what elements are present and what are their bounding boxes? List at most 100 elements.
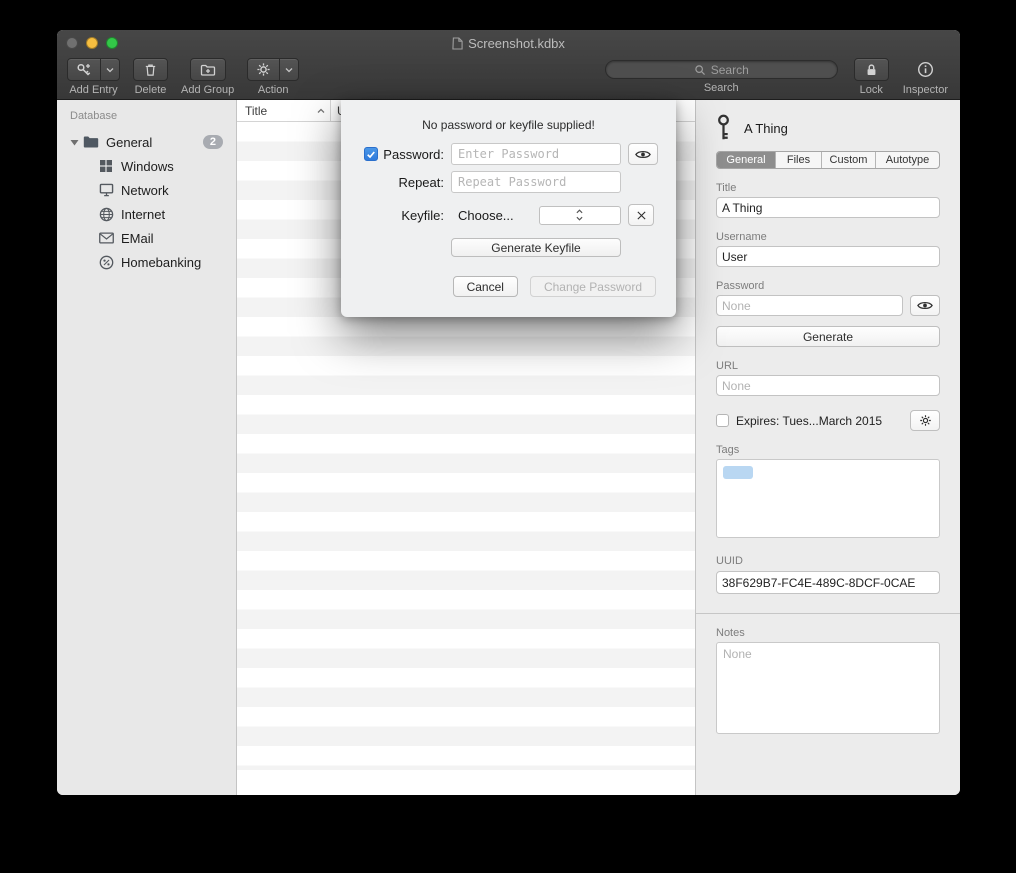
action-button[interactable] (247, 58, 299, 81)
sidebar-item-network[interactable]: Network (57, 178, 236, 202)
tab-autotype[interactable]: Autotype (875, 152, 939, 168)
close-x-icon (636, 210, 647, 221)
disclosure-triangle-icon[interactable] (67, 139, 82, 146)
search-input[interactable]: Search (605, 60, 838, 79)
sidebar-item-email[interactable]: EMail (57, 226, 236, 250)
sidebar: Database General 2 Windows (57, 100, 237, 795)
tab-general[interactable]: General (717, 152, 775, 168)
entry-header: A Thing (716, 110, 940, 146)
zoom-button[interactable] (106, 37, 118, 49)
notes-label: Notes (716, 627, 940, 639)
title-field[interactable] (716, 197, 940, 218)
reveal-password-button[interactable] (910, 295, 940, 316)
sidebar-item-windows[interactable]: Windows (57, 154, 236, 178)
password-checkbox[interactable] (364, 147, 378, 161)
search-icon (694, 64, 706, 76)
sidebar-section-header: Database (57, 108, 236, 130)
eye-icon (635, 149, 651, 160)
delete-button[interactable] (133, 58, 168, 81)
search-placeholder: Search (711, 63, 749, 77)
add-entry-label: Add Entry (69, 84, 117, 96)
sidebar-item-internet[interactable]: Internet (57, 202, 236, 226)
key-plus-icon (68, 59, 101, 80)
folder-plus-icon (200, 62, 216, 78)
add-entry-group: Add Entry (67, 58, 120, 96)
action-group: Action (247, 58, 299, 96)
info-icon (917, 61, 934, 78)
sidebar-item-label: Internet (121, 207, 165, 222)
generate-keyfile-button[interactable]: Generate Keyfile (451, 238, 621, 257)
inspector-tabs: General Files Custom Autotype (716, 151, 940, 169)
group-count-badge: 2 (203, 135, 223, 149)
repeat-password-input[interactable] (451, 171, 621, 193)
tab-label: Files (787, 154, 810, 166)
gear-icon (919, 414, 932, 427)
windows-icon (97, 158, 115, 175)
url-field-label: URL (716, 360, 940, 372)
sidebar-item-label: EMail (121, 231, 154, 246)
password-input[interactable] (451, 143, 621, 165)
search-label: Search (704, 82, 739, 94)
keyfile-label: Keyfile: (401, 208, 444, 223)
gear-icon (248, 59, 280, 80)
search-group: Search Search (605, 58, 838, 94)
titlebar[interactable]: Screenshot.kdbx (57, 30, 960, 56)
url-field[interactable] (716, 375, 940, 396)
eye-icon (917, 300, 933, 311)
username-field[interactable] (716, 246, 940, 267)
tab-label: Custom (830, 154, 868, 166)
uuid-field[interactable] (716, 571, 940, 594)
keyfile-row: Keyfile: Choose... (341, 204, 676, 226)
generate-label: Generate (803, 330, 853, 344)
add-entry-button[interactable] (67, 58, 120, 81)
generate-keyfile-label: Generate Keyfile (491, 241, 580, 255)
cancel-button[interactable]: Cancel (453, 276, 518, 297)
change-password-button[interactable]: Change Password (530, 276, 656, 297)
trash-icon (143, 62, 158, 78)
keyfile-popup[interactable]: Choose... (451, 204, 621, 226)
password-dialog: No password or keyfile supplied! Passwor… (341, 100, 676, 317)
folder-icon (82, 134, 100, 151)
chevron-down-icon[interactable] (280, 59, 298, 80)
dialog-message: No password or keyfile supplied! (341, 118, 676, 132)
lock-button[interactable] (854, 58, 889, 81)
add-group-button[interactable] (190, 58, 226, 81)
add-group-group: Add Group (181, 58, 234, 96)
tab-files[interactable]: Files (775, 152, 821, 168)
sidebar-item-homebanking[interactable]: Homebanking (57, 250, 236, 274)
traffic-lights (66, 37, 118, 49)
tags-label: Tags (716, 444, 940, 456)
repeat-label: Repeat: (398, 175, 444, 190)
change-password-label: Change Password (544, 280, 642, 294)
password-field-label: Password (716, 280, 940, 292)
close-button[interactable] (66, 37, 78, 49)
clear-keyfile-button[interactable] (628, 204, 654, 226)
column-label: Title (245, 104, 267, 118)
column-header-title[interactable]: Title (237, 100, 330, 121)
tab-label: General (726, 154, 765, 166)
generate-password-button[interactable]: Generate (716, 326, 940, 347)
username-field-label: Username (716, 231, 940, 243)
chevron-down-icon[interactable] (101, 59, 119, 80)
lock-icon (864, 62, 879, 78)
repeat-row: Repeat: (341, 171, 676, 193)
inspector-button[interactable] (913, 58, 938, 81)
dialog-buttons: Cancel Change Password (341, 276, 676, 297)
minimize-button[interactable] (86, 37, 98, 49)
expires-settings-button[interactable] (910, 410, 940, 431)
sidebar-item-label: Network (121, 183, 169, 198)
add-group-label: Add Group (181, 84, 234, 96)
sidebar-item-general[interactable]: General 2 (57, 130, 236, 154)
expires-checkbox[interactable] (716, 414, 729, 427)
notes-field[interactable] (716, 642, 940, 734)
entry-title: A Thing (744, 121, 788, 136)
sidebar-item-label: Homebanking (121, 255, 201, 270)
percent-coin-icon (97, 254, 115, 271)
expires-label: Expires: Tues...March 2015 (736, 414, 882, 428)
tags-box[interactable] (716, 459, 940, 538)
window-title: Screenshot.kdbx (468, 36, 565, 51)
reveal-password-button[interactable] (628, 143, 658, 165)
tag-chip[interactable] (723, 466, 753, 479)
password-field[interactable] (716, 295, 903, 316)
tab-custom[interactable]: Custom (821, 152, 875, 168)
